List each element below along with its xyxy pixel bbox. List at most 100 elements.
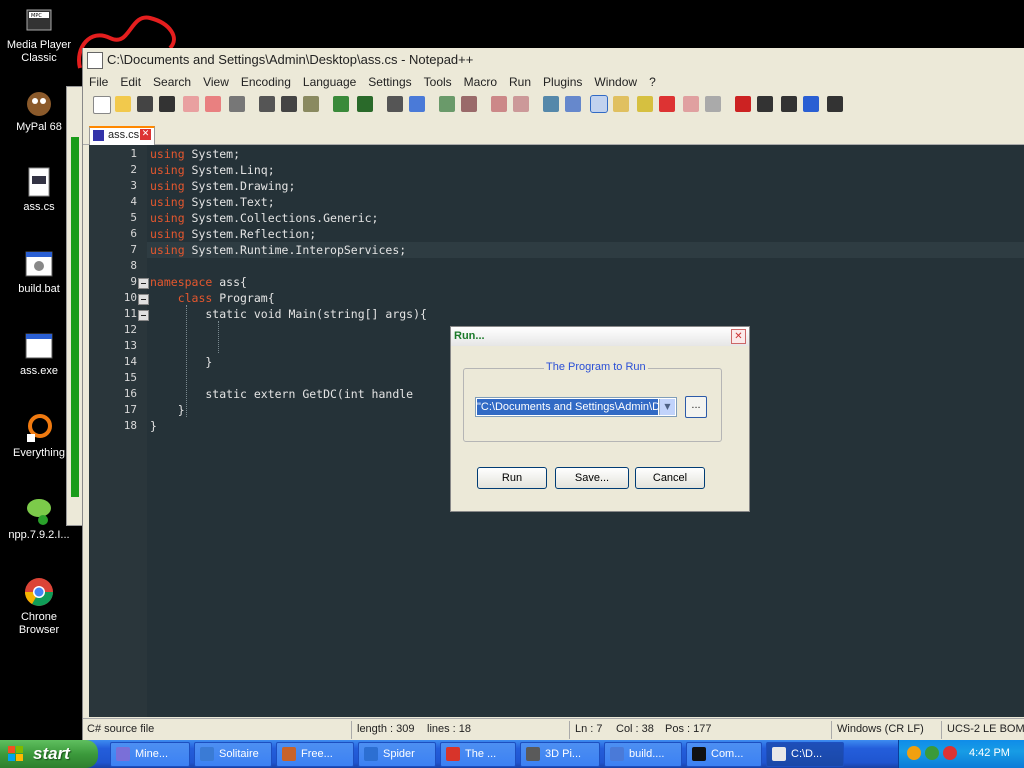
taskbar-button[interactable]: Free... xyxy=(276,742,354,767)
menu-search[interactable]: Search xyxy=(147,73,197,91)
save-macro-icon[interactable] xyxy=(827,96,843,112)
desktop-icon-chrome[interactable]: Chrone Browser xyxy=(0,576,78,637)
sync-vertical-icon[interactable] xyxy=(491,96,507,112)
taskbar-button-label: Com... xyxy=(711,748,744,760)
status-lines: lines : 18 xyxy=(427,723,472,735)
line-number: 4 xyxy=(130,195,137,208)
fold-marker-icon[interactable] xyxy=(138,278,149,289)
toolbar xyxy=(87,94,1023,116)
network-tray-icon[interactable] xyxy=(925,746,939,760)
fold-marker-icon[interactable] xyxy=(138,310,149,321)
menu-file[interactable]: File xyxy=(83,73,114,91)
search-tray-icon[interactable] xyxy=(907,746,921,760)
monitoring-eye-icon[interactable] xyxy=(705,96,721,112)
status-position: Pos : 177 xyxy=(665,723,712,735)
desktop-icon-media-player[interactable]: MPC Media Player Classic xyxy=(0,4,78,65)
fold-marker-icon[interactable] xyxy=(138,294,149,305)
undo-icon[interactable] xyxy=(333,96,349,112)
mypal-browser-icon xyxy=(23,86,55,118)
window-titlebar[interactable]: C:\Documents and Settings\Admin\Desktop\… xyxy=(83,48,1024,72)
dialog-titlebar[interactable]: Run... ✕ xyxy=(451,327,749,346)
menu-window[interactable]: Window xyxy=(588,73,643,91)
cancel-button[interactable]: Cancel xyxy=(635,467,705,489)
taskbar-button[interactable]: build.... xyxy=(604,742,682,767)
code-rest: Program{ xyxy=(212,291,275,305)
menu-language[interactable]: Language xyxy=(297,73,362,91)
status-encoding: UCS-2 LE BOM xyxy=(947,723,1024,735)
exe-file-icon xyxy=(23,330,55,362)
save-icon[interactable] xyxy=(137,96,153,112)
zoom-in-icon[interactable] xyxy=(439,96,455,112)
zoom-out-icon[interactable] xyxy=(461,96,477,112)
paste-icon[interactable] xyxy=(303,96,319,112)
taskbar-button-label: 3D Pi... xyxy=(545,748,582,760)
print-icon[interactable] xyxy=(229,96,245,112)
app-icon xyxy=(692,747,706,761)
close-tab-icon[interactable]: ✕ xyxy=(140,129,151,140)
replace-icon[interactable] xyxy=(409,96,425,112)
start-label: start xyxy=(33,744,70,763)
menu-edit[interactable]: Edit xyxy=(114,73,147,91)
save-all-icon[interactable] xyxy=(159,96,175,112)
doc-map-icon[interactable] xyxy=(637,96,653,112)
menu-help[interactable]: ? xyxy=(643,73,662,91)
menu-view[interactable]: View xyxy=(197,73,235,91)
folder-workspace-icon[interactable] xyxy=(683,96,699,112)
code-text: using System.Drawing; xyxy=(150,178,295,194)
taskbar-button[interactable]: C:\D... xyxy=(766,742,844,767)
taskbar-button[interactable]: Mine... xyxy=(110,742,190,767)
menu-settings[interactable]: Settings xyxy=(362,73,417,91)
indent-guide-icon[interactable] xyxy=(590,95,608,113)
stop-macro-icon[interactable] xyxy=(757,96,773,112)
dialog-close-icon[interactable]: ✕ xyxy=(731,329,746,344)
close-file-icon[interactable] xyxy=(183,96,199,112)
new-file-icon[interactable] xyxy=(93,96,111,114)
taskbar-button[interactable]: 3D Pi... xyxy=(520,742,600,767)
cut-icon[interactable] xyxy=(259,96,275,112)
window-title: C:\Documents and Settings\Admin\Desktop\… xyxy=(107,52,474,67)
close-all-icon[interactable] xyxy=(205,96,221,112)
menu-run[interactable]: Run xyxy=(503,73,537,91)
menu-macro[interactable]: Macro xyxy=(458,73,503,91)
program-command-combo[interactable]: "C:\Documents and Settings\Admin\D ▼ xyxy=(475,397,677,417)
windows-logo-icon xyxy=(8,746,23,761)
app-icon xyxy=(526,747,540,761)
status-length: length : 309 xyxy=(357,723,415,735)
group-label: The Program to Run xyxy=(544,361,648,373)
run-button[interactable]: Run xyxy=(477,467,547,489)
code-keyword: using xyxy=(150,211,185,225)
chevron-down-icon[interactable]: ▼ xyxy=(659,399,675,415)
show-all-chars-icon[interactable] xyxy=(565,96,581,112)
taskbar-button[interactable]: Com... xyxy=(686,742,762,767)
run-macro-multiple-icon[interactable] xyxy=(803,96,819,112)
line-number: 15 xyxy=(123,371,137,384)
word-wrap-icon[interactable] xyxy=(543,96,559,112)
menu-plugins[interactable]: Plugins xyxy=(537,73,588,91)
code-rest: static void Main(string[] args){ xyxy=(150,307,427,321)
svg-text:MPC: MPC xyxy=(31,13,42,19)
save-button[interactable]: Save... xyxy=(555,467,629,489)
record-macro-icon[interactable] xyxy=(735,96,751,112)
taskbar-button-label: The ... xyxy=(465,748,497,760)
sync-horizontal-icon[interactable] xyxy=(513,96,529,112)
tab-ass-cs[interactable]: ass.cs ✕ xyxy=(89,126,155,145)
line-number: 11 xyxy=(123,307,137,320)
browse-button[interactable]: ... xyxy=(685,396,707,418)
find-icon[interactable] xyxy=(387,96,403,112)
taskbar-button[interactable]: The ... xyxy=(440,742,516,767)
program-group: The Program to Run "C:\Documents and Set… xyxy=(463,361,722,442)
start-button[interactable]: start xyxy=(0,740,98,768)
user-language-icon[interactable] xyxy=(613,96,629,112)
redo-icon[interactable] xyxy=(357,96,373,112)
copy-icon[interactable] xyxy=(281,96,297,112)
menu-encoding[interactable]: Encoding xyxy=(235,73,297,91)
taskbar-button[interactable]: Spider xyxy=(358,742,436,767)
open-file-icon[interactable] xyxy=(115,96,131,112)
taskbar-button[interactable]: Solitaire xyxy=(194,742,272,767)
menu-tools[interactable]: Tools xyxy=(418,73,458,91)
taskbar-button-label: build.... xyxy=(629,748,665,760)
function-list-icon[interactable] xyxy=(659,96,675,112)
security-shield-icon[interactable] xyxy=(943,746,957,760)
line-number: 13 xyxy=(123,339,137,352)
play-macro-icon[interactable] xyxy=(781,96,797,112)
